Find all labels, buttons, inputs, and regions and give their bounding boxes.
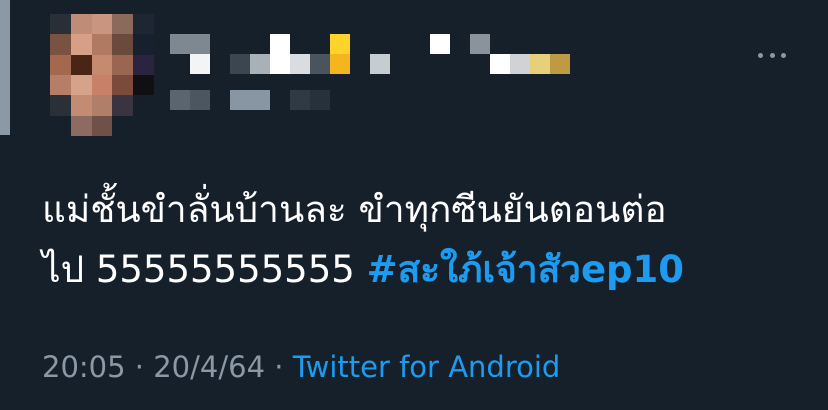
more-horizontal-icon[interactable] <box>758 50 786 60</box>
tweet-text: แม่ชั้นขำลั่นบ้านละ ขำทุกซีนยันตอนต่อ ไป… <box>42 180 782 300</box>
author-name-blurred[interactable] <box>170 34 590 74</box>
tweet-text-line2: ไป 55555555555 <box>42 248 355 291</box>
avatar[interactable] <box>50 14 154 136</box>
meta-separator-2: · <box>274 350 284 384</box>
tweet-source-link[interactable]: Twitter for Android <box>293 350 561 384</box>
tweet-meta: 20:05 · 20/4/64 · Twitter for Android <box>42 350 560 384</box>
tweet-date[interactable]: 20/4/64 <box>153 350 265 384</box>
tweet-time[interactable]: 20:05 <box>42 350 126 384</box>
hashtag-link[interactable]: #สะใภ้เจ้าสัวep10 <box>367 248 684 291</box>
author-handle-blurred[interactable] <box>170 90 340 114</box>
meta-separator: · <box>134 350 145 384</box>
thread-line <box>0 0 10 135</box>
tweet-text-line1: แม่ชั้นขำลั่นบ้านละ ขำทุกซีนยันตอนต่อ <box>42 188 667 231</box>
